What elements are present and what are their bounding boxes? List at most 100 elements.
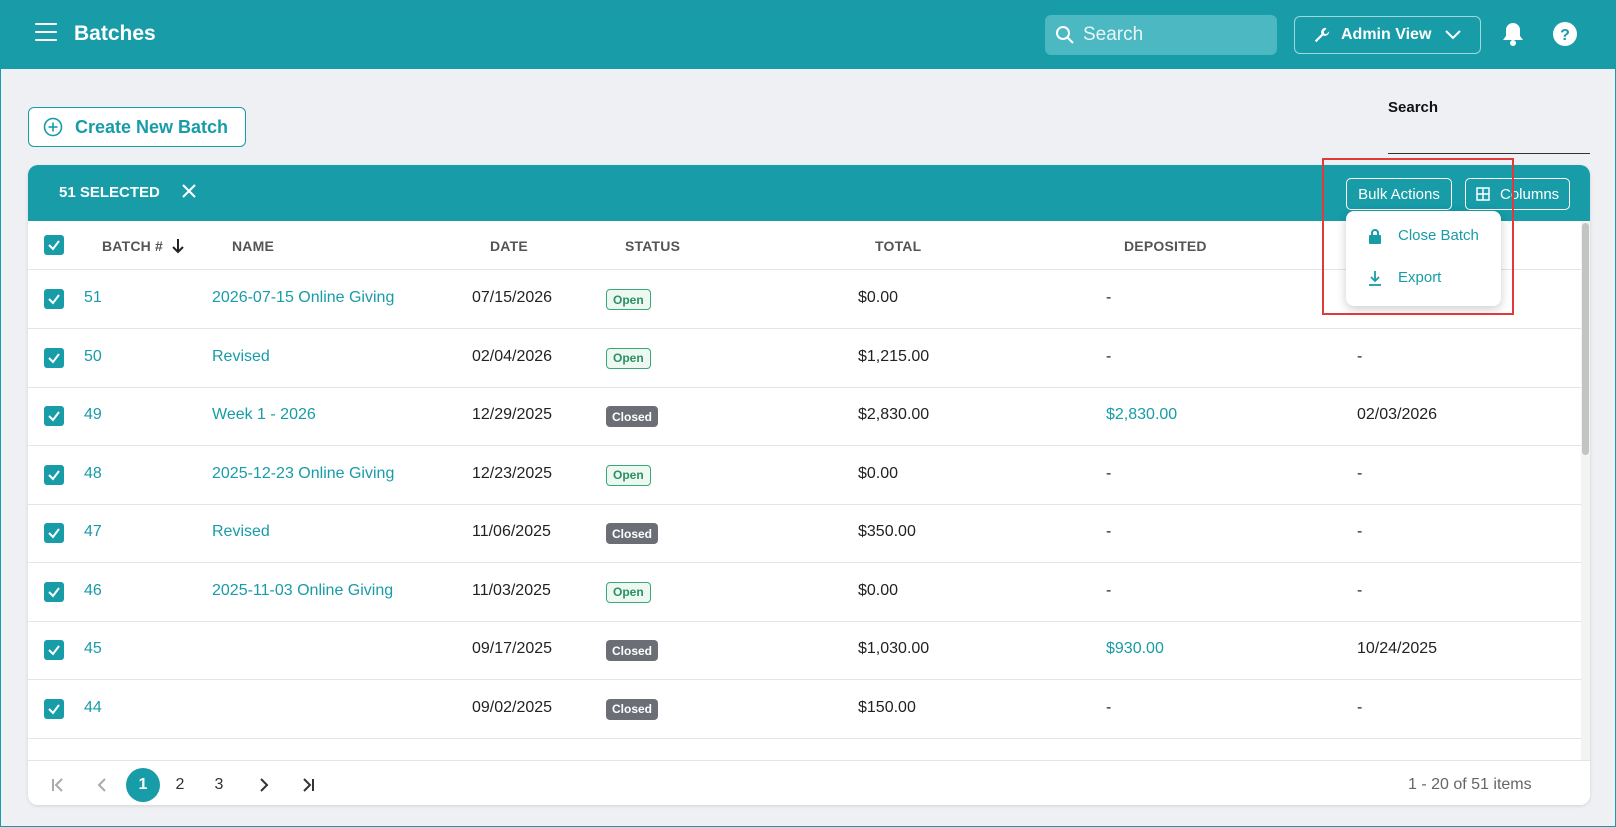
grid-icon <box>1476 187 1490 201</box>
row-checkbox[interactable] <box>44 289 64 309</box>
columns-label: Columns <box>1500 185 1560 203</box>
table-row[interactable]: 47 Revised 11/06/2025 Closed $350.00 - - <box>28 504 1581 563</box>
batch-name-link[interactable]: 2026-07-15 Online Giving <box>212 289 394 307</box>
batch-name-link[interactable]: Revised <box>212 348 270 366</box>
batch-deposited[interactable]: $2,830.00 <box>1106 406 1177 424</box>
pagination-info: 1 - 20 of 51 items <box>1408 776 1532 793</box>
column-header-batch-label: BATCH # <box>102 238 164 254</box>
last-page-button[interactable] <box>292 769 324 801</box>
status-badge: Open <box>606 464 651 486</box>
batch-number-link[interactable]: 51 <box>84 289 102 307</box>
row-checkbox[interactable] <box>44 640 64 660</box>
row-checkbox[interactable] <box>44 347 64 368</box>
bulk-actions-menu: Close Batch Export <box>1346 211 1501 306</box>
batch-number-link[interactable]: 49 <box>84 406 102 424</box>
page-3-button[interactable]: 3 <box>203 769 235 801</box>
deposit-date: - <box>1357 523 1363 540</box>
column-header-total[interactable]: TOTAL <box>875 238 921 254</box>
row-checkbox[interactable] <box>44 698 64 719</box>
batch-deposited: - <box>1106 464 1112 482</box>
next-page-button[interactable] <box>248 769 280 801</box>
batch-date: 11/03/2025 <box>472 581 551 599</box>
column-header-status[interactable]: STATUS <box>625 238 680 254</box>
prev-page-button[interactable] <box>86 769 118 801</box>
close-icon[interactable] <box>180 182 198 200</box>
batch-total: $0.00 <box>858 581 899 599</box>
batch-deposited[interactable]: $930.00 <box>1106 640 1164 658</box>
check-icon <box>48 240 60 251</box>
batch-name-link[interactable]: 2025-11-03 Online Giving <box>212 582 393 600</box>
status-badge: Closed <box>606 640 659 661</box>
column-header-date[interactable]: DATE <box>490 238 528 254</box>
bell-icon[interactable] <box>1501 21 1525 47</box>
batch-deposited: - <box>1106 289 1112 306</box>
last-page-icon <box>303 778 314 792</box>
menu-item-label: Close Batch <box>1398 227 1479 244</box>
deposit-date: 10/24/2025 <box>1357 640 1438 657</box>
batch-total: $2,830.00 <box>858 406 930 423</box>
batch-deposited: - <box>1106 698 1112 716</box>
deposit-date: - <box>1357 581 1363 599</box>
column-header-deposited[interactable]: DEPOSITED <box>1124 238 1207 254</box>
batch-number-link[interactable]: 46 <box>84 582 102 600</box>
select-all-checkbox[interactable] <box>44 235 64 255</box>
create-new-batch-button[interactable]: Create New Batch <box>28 107 246 147</box>
status-badge: Closed <box>606 406 659 427</box>
batch-number-link[interactable]: 48 <box>84 465 102 483</box>
table-row[interactable]: 50 Revised 02/04/2026 Open $1,215.00 - - <box>28 329 1581 388</box>
status-badge: Open <box>606 347 651 369</box>
global-search-input[interactable]: Search <box>1045 15 1277 55</box>
batch-date: 09/02/2025 <box>472 698 553 716</box>
column-header-batch[interactable]: BATCH # <box>102 238 185 254</box>
status-badge: Open <box>606 581 651 603</box>
table-row[interactable]: 44 09/02/2025 Closed $150.00 - - <box>28 680 1581 739</box>
column-header-name[interactable]: NAME <box>232 238 274 254</box>
batch-number-link[interactable]: 50 <box>84 348 102 366</box>
batch-number-link[interactable]: 45 <box>84 640 102 658</box>
arrow-down-icon <box>172 239 184 254</box>
first-page-button[interactable] <box>42 769 74 801</box>
status-badge: Closed <box>606 698 659 720</box>
columns-button[interactable]: Columns <box>1465 178 1570 210</box>
batch-deposited: - <box>1106 581 1112 599</box>
table-row[interactable]: 45 09/17/2025 Closed $1,030.00 $930.00 10/24/… <box>28 621 1581 680</box>
menu-icon[interactable] <box>35 23 57 43</box>
batch-name-link[interactable]: 2025-12-23 Online Giving <box>212 465 394 483</box>
row-checkbox[interactable] <box>44 581 64 602</box>
menu-item-export[interactable]: Export <box>1368 269 1441 286</box>
menu-item-close-batch[interactable]: Close Batch <box>1368 227 1479 244</box>
download-icon <box>1369 270 1381 286</box>
selected-count: 51 SELECTED <box>59 184 160 201</box>
batch-deposited: - <box>1106 523 1112 540</box>
table-row[interactable]: 49 Week 1 - 2026 12/29/2025 Closed $2,830.00… <box>28 387 1581 446</box>
plus-circle-icon <box>43 117 63 137</box>
bulk-actions-button[interactable]: Bulk Actions <box>1346 178 1452 210</box>
check-icon <box>48 469 60 481</box>
page-1-button[interactable]: 1 <box>126 768 160 802</box>
wrench-icon <box>1314 27 1330 43</box>
chevron-left-icon <box>97 778 106 792</box>
status-badge: Closed <box>606 523 659 544</box>
row-checkbox[interactable] <box>44 406 64 426</box>
batch-total: $350.00 <box>858 523 916 540</box>
batch-total: $0.00 <box>858 289 899 306</box>
status-badge: Open <box>606 289 651 310</box>
batch-number-link[interactable]: 44 <box>84 699 102 717</box>
admin-view-dropdown[interactable]: Admin View <box>1294 16 1481 54</box>
deposit-date: - <box>1357 347 1363 365</box>
batch-number-link[interactable]: 47 <box>84 523 102 541</box>
scrollbar-thumb[interactable] <box>1582 223 1589 455</box>
page-2-button[interactable]: 2 <box>164 769 196 801</box>
row-checkbox[interactable] <box>44 464 64 485</box>
batch-name-link[interactable]: Week 1 - 2026 <box>212 406 316 424</box>
check-icon <box>48 703 60 715</box>
batch-name-link[interactable]: Revised <box>212 523 270 541</box>
search-placeholder: Search <box>1083 24 1144 45</box>
batch-date: 07/15/2026 <box>472 289 553 306</box>
table-row[interactable]: 46 2025-11-03 Online Giving 11/03/2025 Open… <box>28 563 1581 622</box>
table-row[interactable]: 48 2025-12-23 Online Giving 12/23/2025 Open… <box>28 446 1581 505</box>
help-icon[interactable]: ? <box>1552 21 1578 47</box>
deposit-date: - <box>1357 698 1363 716</box>
row-checkbox[interactable] <box>44 523 64 543</box>
search-input[interactable] <box>1388 153 1590 154</box>
